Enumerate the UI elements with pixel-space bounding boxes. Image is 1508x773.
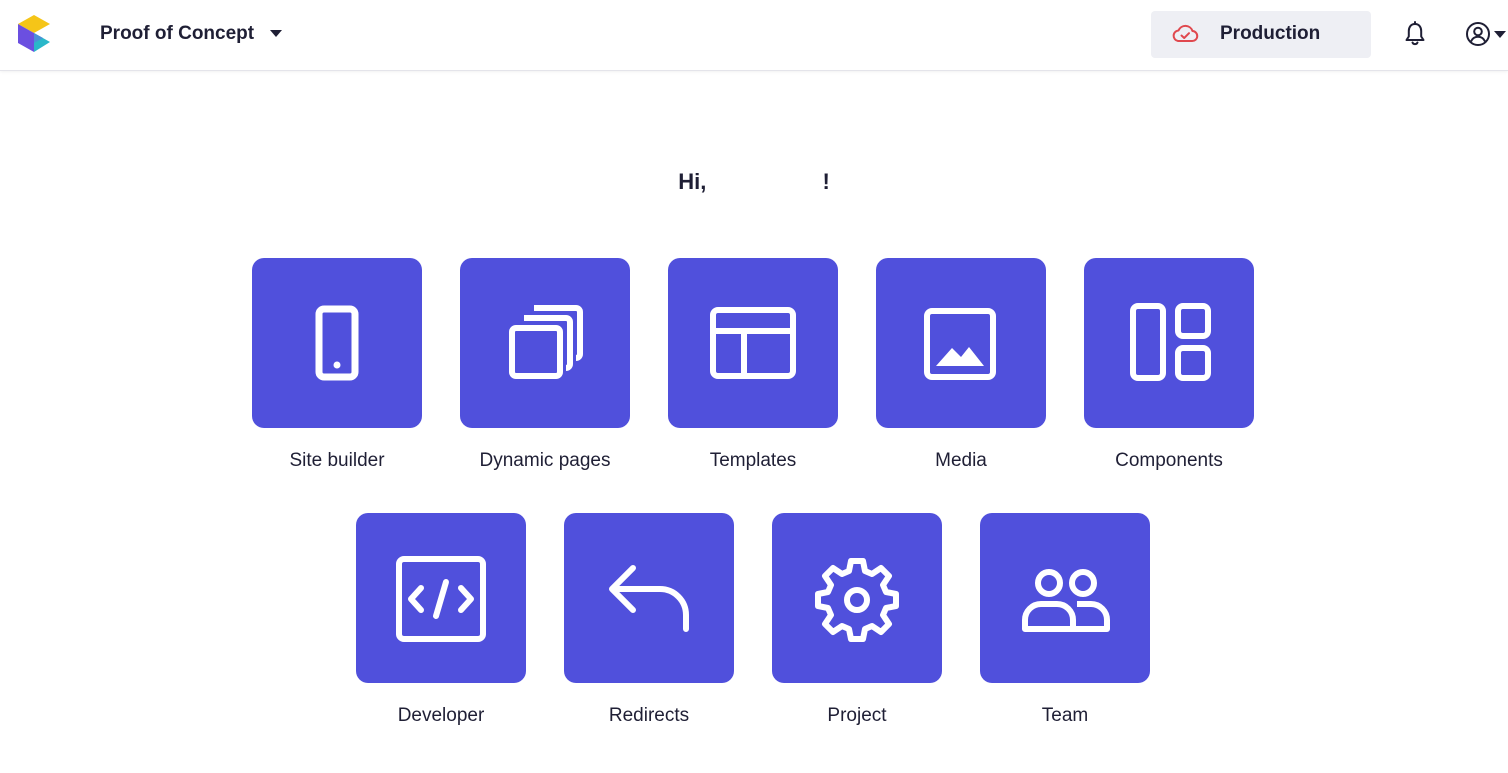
environment-switcher[interactable]: Production (1151, 11, 1506, 58)
tile-templates-box[interactable] (668, 258, 838, 428)
user-circle-icon[interactable] (1464, 20, 1492, 48)
tile-label: Team (1041, 705, 1089, 726)
team-icon (1022, 569, 1110, 632)
project-switcher[interactable]: Proof of Concept (100, 20, 283, 48)
tile-team-box[interactable] (980, 513, 1150, 683)
image-icon (924, 308, 996, 380)
tile-label: Templates (709, 450, 797, 471)
tile-dynamic-pages[interactable]: Dynamic pages (460, 258, 630, 472)
bell-icon[interactable] (1401, 20, 1429, 48)
tile-label: Dynamic pages (479, 450, 611, 471)
tile-team[interactable]: Team (980, 513, 1150, 727)
tile-label: Site builder (289, 450, 385, 471)
tile-label: Project (827, 705, 887, 726)
tile-templates[interactable]: Templates (668, 258, 838, 472)
tile-label: Developer (397, 705, 485, 726)
mobile-device-icon (315, 305, 359, 381)
stacked-pages-icon (509, 305, 583, 379)
tile-components-box[interactable] (1084, 258, 1254, 428)
tile-label: Media (935, 450, 987, 471)
tile-developer[interactable]: Developer (356, 513, 526, 727)
top-navigation-bar: Proof of Concept Production (0, 0, 1508, 71)
tile-media[interactable]: Media (876, 258, 1046, 472)
tile-redirects-box[interactable] (564, 513, 734, 683)
reply-arrow-icon (609, 565, 689, 632)
tile-developer-box[interactable] (356, 513, 526, 683)
code-icon (396, 556, 486, 642)
tile-media-box[interactable] (876, 258, 1046, 428)
tile-site-builder[interactable]: Site builder (252, 258, 422, 472)
tile-components[interactable]: Components (1084, 258, 1254, 472)
cloud-check-icon (1172, 24, 1199, 42)
tile-label: Components (1115, 450, 1223, 471)
project-name: Proof of Concept (100, 23, 255, 44)
tile-project[interactable]: Project (772, 513, 942, 727)
components-grid-icon (1130, 303, 1211, 381)
tile-label: Redirects (608, 705, 690, 726)
tile-project-box[interactable] (772, 513, 942, 683)
layout-template-icon (710, 307, 796, 379)
caret-down-icon (1494, 31, 1506, 38)
environment-label: Production (1220, 23, 1321, 44)
tile-redirects[interactable]: Redirects (564, 513, 734, 727)
gear-icon (815, 558, 899, 642)
tile-site-builder-box[interactable] (252, 258, 422, 428)
tile-dynamic-pages-box[interactable] (460, 258, 630, 428)
greeting-heading: Hi, ! (678, 169, 830, 194)
caret-down-icon (270, 29, 283, 37)
app-logo[interactable] (15, 14, 53, 54)
